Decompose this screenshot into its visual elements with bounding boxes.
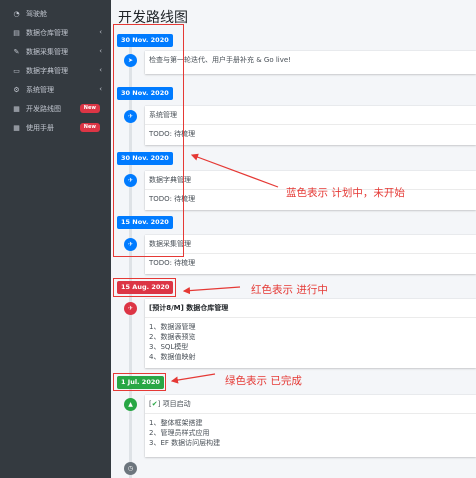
- tree-icon: ▲: [124, 398, 137, 411]
- new-badge: New: [79, 123, 100, 132]
- card-body-line: 3、EF 数据访问层构建: [149, 439, 221, 447]
- card-body-line: 4、数据值映射: [149, 353, 196, 361]
- card-header: 数据采集管理: [145, 235, 476, 254]
- sidebar-item-manual[interactable]: ▦ 使用手册 New: [0, 118, 111, 137]
- card-header: [预计8/M] 数据仓库管理: [145, 299, 476, 318]
- sidebar-item-label: 系统管理: [26, 85, 54, 94]
- timeline-card: [✔] 项目启动 1、整体框架搭建 2、管理员样式应用 3、EF 数据访问层构建: [145, 395, 476, 457]
- annotation-box-red: [113, 278, 176, 297]
- card-body-line: TODO: 待梳理: [149, 130, 196, 138]
- annotation-blue-note: 蓝色表示 计划中，未开始: [286, 187, 405, 199]
- sidebar: ◔ 驾驶舱 ▤ 数据仓库管理 ‹ ✎ 数据采集管理 ‹ ▭ 数据字典管理 ‹ ⚙…: [0, 0, 111, 478]
- card-header: 系统管理: [145, 106, 476, 125]
- timeline-card: [预计8/M] 数据仓库管理 1、数据源管理 2、数据表预览 3、SQL模型 4…: [145, 299, 476, 368]
- edit-icon: ✎: [13, 47, 20, 56]
- timeline-card: 检查与第一轮迭代、用户手册补充 & Go live!: [145, 51, 476, 74]
- sidebar-item-data-warehouse[interactable]: ▤ 数据仓库管理 ‹: [0, 23, 111, 42]
- timeline-card: 系统管理 TODO: 待梳理: [145, 106, 476, 145]
- file-icon: ▭: [13, 66, 20, 75]
- roadmap-icon: ▦: [13, 104, 20, 113]
- annotation-red-note: 红色表示 进行中: [251, 284, 328, 296]
- sidebar-item-label: 数据字典管理: [26, 66, 68, 75]
- card-header: [✔] 项目启动: [145, 395, 476, 414]
- sidebar-item-label: 使用手册: [26, 123, 54, 132]
- card-header: 检查与第一轮迭代、用户手册补充 & Go live!: [149, 56, 291, 64]
- dashboard-icon: ◔: [13, 9, 20, 18]
- plane-icon: ✈: [124, 302, 137, 315]
- sidebar-item-cockpit[interactable]: ◔ 驾驶舱: [0, 4, 111, 23]
- chevron-left-icon: ‹: [99, 66, 102, 74]
- annotation-green-note: 绿色表示 已完成: [225, 375, 302, 387]
- sidebar-item-system[interactable]: ⚙ 系统管理 ‹: [0, 80, 111, 99]
- annotation-box-blue: [113, 24, 184, 257]
- card-body-line: 2、管理员样式应用: [149, 429, 210, 437]
- sidebar-item-label: 驾驶舱: [26, 9, 47, 18]
- database-icon: ▤: [13, 28, 20, 37]
- sidebar-item-label: 数据仓库管理: [26, 28, 68, 37]
- sidebar-item-data-dictionary[interactable]: ▭ 数据字典管理 ‹: [0, 61, 111, 80]
- new-badge: New: [79, 104, 100, 113]
- card-body-line: 3、SQL模型: [149, 343, 189, 351]
- chevron-left-icon: ‹: [99, 28, 102, 36]
- chevron-left-icon: ‹: [99, 85, 102, 93]
- annotation-box-green: [113, 373, 166, 391]
- manual-icon: ▦: [13, 123, 20, 132]
- card-body-line: 2、数据表预览: [149, 333, 196, 341]
- timeline-card: 数据采集管理 TODO: 待梳理: [145, 235, 476, 274]
- sidebar-item-label: 开发路线图: [26, 104, 61, 113]
- chevron-left-icon: ‹: [99, 47, 102, 55]
- gear-icon: ⚙: [13, 85, 20, 94]
- sidebar-item-data-collection[interactable]: ✎ 数据采集管理 ‹: [0, 42, 111, 61]
- clock-icon: ◷: [124, 462, 137, 475]
- card-body-line: 1、数据源管理: [149, 323, 196, 331]
- sidebar-item-label: 数据采集管理: [26, 47, 68, 56]
- card-body-line: TODO: 待梳理: [149, 259, 196, 267]
- sidebar-item-roadmap[interactable]: ▦ 开发路线图 New: [0, 99, 111, 118]
- card-body-line: 1、整体框架搭建: [149, 419, 203, 427]
